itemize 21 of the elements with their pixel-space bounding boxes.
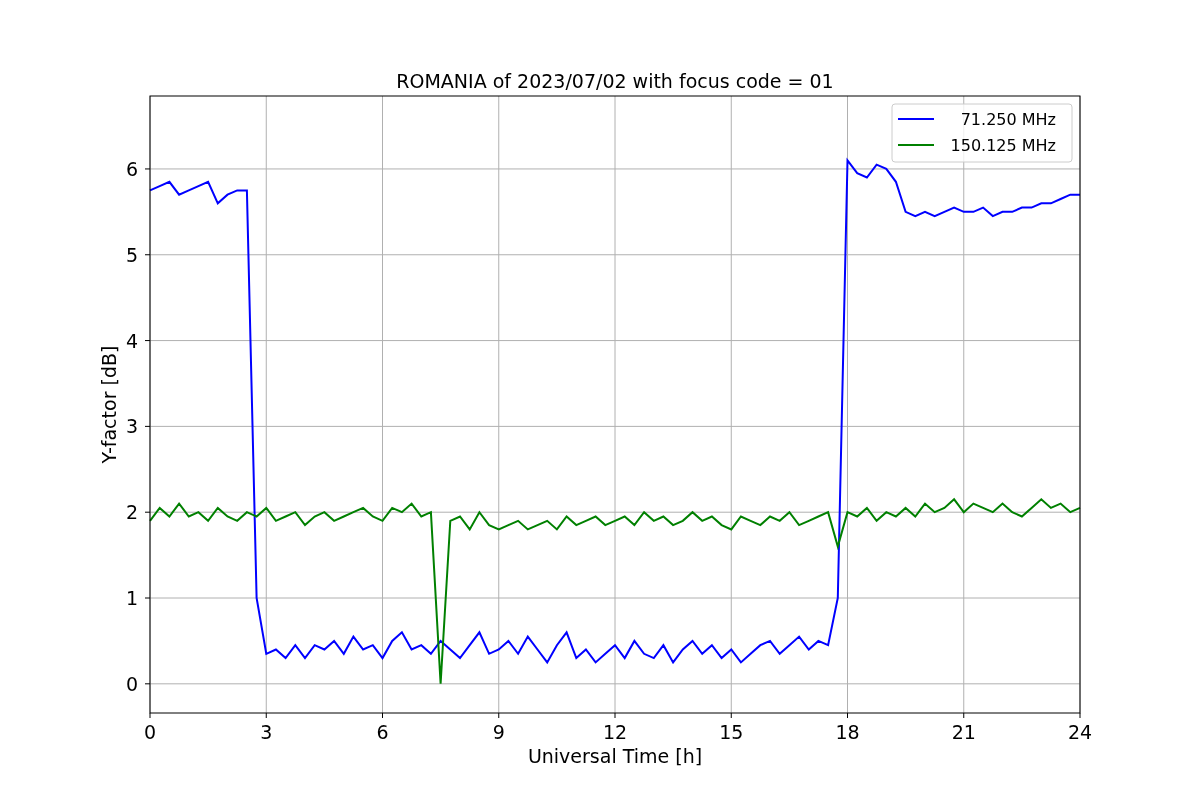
legend-label: 150.125 MHz — [950, 136, 1056, 155]
x-tick-label: 18 — [835, 721, 860, 743]
chart-title: ROMANIA of 2023/07/02 with focus code = 01 — [396, 70, 834, 92]
y-tick-label: 1 — [125, 587, 138, 609]
x-tick-label: 0 — [143, 721, 157, 743]
y-tick-label: 0 — [125, 672, 138, 695]
y-tick-label: 5 — [125, 243, 138, 266]
legend-label: 71.250 MHz — [960, 110, 1056, 129]
x-tick-label: 15 — [719, 721, 744, 743]
y-tick-label: 2 — [125, 501, 138, 524]
x-tick-label: 9 — [492, 721, 505, 743]
x-tick-label: 3 — [260, 721, 273, 743]
x-tick-label: 21 — [951, 721, 976, 743]
y-tick-label: 4 — [125, 329, 138, 352]
y-tick-label: 3 — [125, 415, 138, 438]
y-tick-label: 6 — [125, 157, 138, 180]
y-axis-label: Y-factor [dB] — [98, 345, 120, 464]
x-tick-label: 6 — [376, 721, 389, 743]
x-tick-label: 12 — [602, 721, 628, 743]
x-axis-label: Universal Time [h] — [527, 745, 703, 767]
x-tick-label: 24 — [1067, 721, 1093, 743]
